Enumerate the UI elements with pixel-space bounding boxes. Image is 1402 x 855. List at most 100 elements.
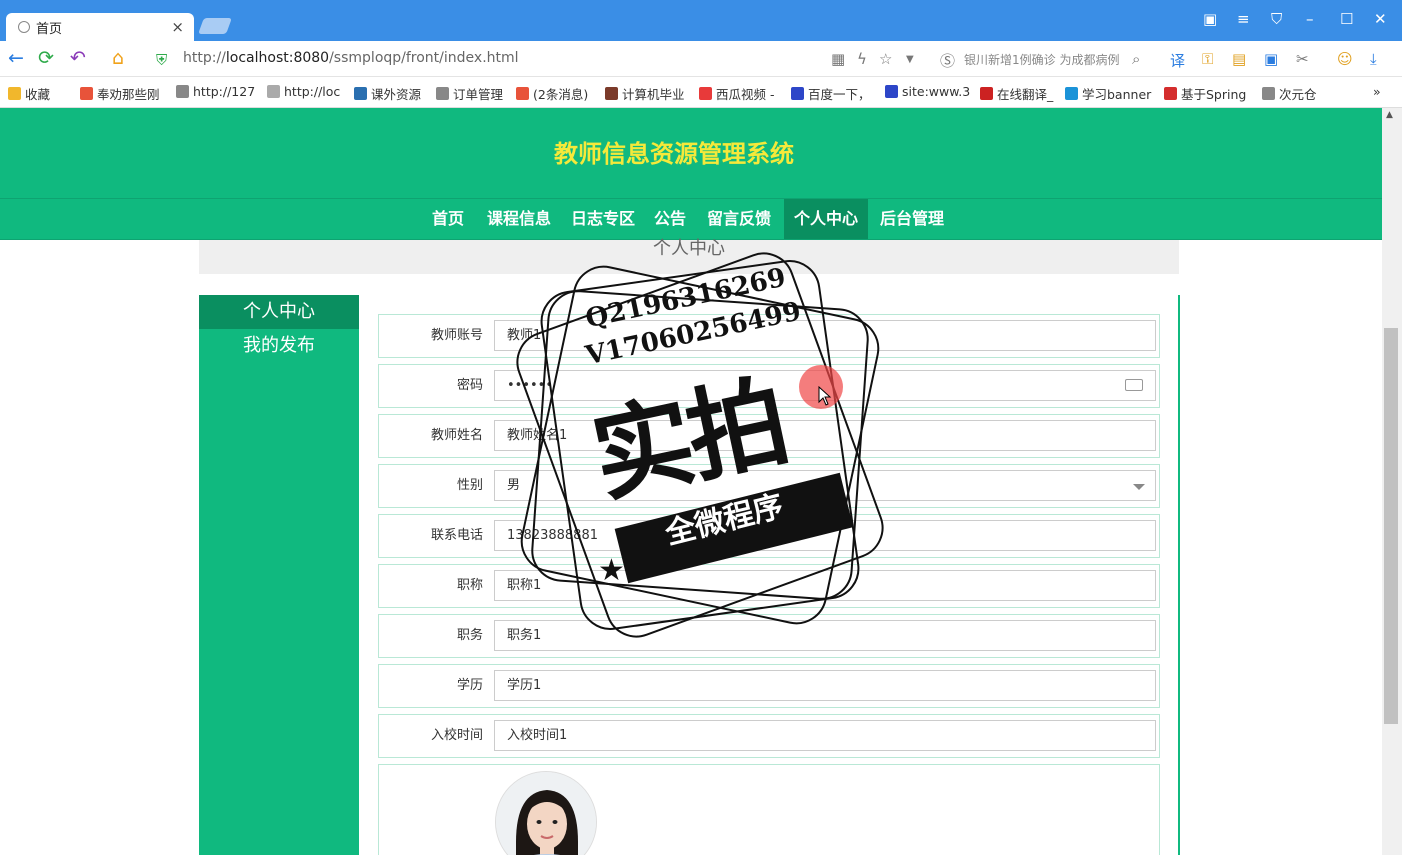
field-label: 教师姓名 <box>430 428 483 443</box>
url-field[interactable]: http://localhost:8080/ssmploqp/front/ind… <box>183 50 519 66</box>
new-tab-button[interactable] <box>198 18 232 34</box>
bookmark-label: http://127 <box>193 84 256 99</box>
field-input[interactable]: 入校时间1 <box>494 720 1156 751</box>
maximize-icon[interactable]: ☐ <box>1340 10 1353 28</box>
bookmark-6[interactable]: (2条消息) <box>516 84 588 103</box>
field-value: 学历1 <box>507 678 542 693</box>
bookmark-14[interactable]: 次元仓 <box>1262 84 1317 103</box>
reload-icon[interactable]: ⟳ <box>38 48 54 68</box>
bookmark-label: 计算机毕业 <box>622 87 685 102</box>
search-icon[interactable]: ⌕ <box>1132 50 1140 68</box>
scroll-up-icon[interactable]: ▲ <box>1386 110 1393 120</box>
nav-item-3[interactable]: 公告 <box>644 199 696 239</box>
bookmarks-more-icon[interactable]: » <box>1373 84 1381 99</box>
sidebar: 个人中心 我的发布 <box>199 295 359 855</box>
c-icon <box>516 87 529 100</box>
tab-close-icon[interactable]: × <box>171 18 184 36</box>
nav-item-0[interactable]: 首页 <box>422 199 474 239</box>
bookmark-label: 学习banner <box>1082 87 1152 102</box>
nav-item-4[interactable]: 留言反馈 <box>697 199 781 239</box>
screenshot-icon[interactable]: ▣ <box>1264 50 1278 68</box>
bookmark-11[interactable]: 在线翻译_ <box>980 84 1053 103</box>
page-icon <box>1262 87 1275 100</box>
qr-icon[interactable]: ▦ <box>831 50 845 68</box>
bookmark-13[interactable]: 基于Spring <box>1164 84 1246 103</box>
bookmark-9[interactable]: 百度一下， <box>791 84 871 103</box>
scrollbar-thumb[interactable] <box>1384 328 1398 724</box>
menu-icon[interactable]: ≡ <box>1237 10 1250 28</box>
emoji-icon[interactable]: ☺ <box>1337 50 1353 68</box>
field-value: •••••• <box>507 378 554 393</box>
chevron-down-icon[interactable] <box>1133 484 1145 490</box>
nav-item-2[interactable]: 日志专区 <box>561 199 645 239</box>
back-icon[interactable]: ← <box>8 48 24 68</box>
site-title: 教师信息资源管理系统 <box>554 140 794 168</box>
field-value: 13823888881 <box>507 528 598 543</box>
bookmark-2[interactable]: http://127 <box>176 84 255 99</box>
key-icon[interactable]: ⚿ <box>1202 50 1213 68</box>
search-input[interactable]: 银川新增1例确诊 为成都病例 <box>964 51 1134 68</box>
avatar[interactable] <box>495 771 597 855</box>
bookmark-1[interactable]: 奉劝那些刚 <box>80 84 160 103</box>
field-value: 职务1 <box>507 628 542 643</box>
undo-icon[interactable]: ↶ <box>70 48 86 68</box>
sidebar-item-profile[interactable]: 个人中心 <box>199 295 359 329</box>
field-value: 职称1 <box>507 578 542 593</box>
browser-tab[interactable]: 首页 × <box>6 13 194 41</box>
translate-icon[interactable]: 译 <box>1170 50 1185 71</box>
bookmark-8[interactable]: 西瓜视频 - <box>699 84 774 103</box>
nav-item-1[interactable]: 课程信息 <box>477 199 561 239</box>
field-value: 男 <box>507 478 521 493</box>
paw-icon <box>791 87 804 100</box>
bookmark-7[interactable]: 计算机毕业 <box>605 84 685 103</box>
window-1-icon[interactable]: ▣ <box>1203 10 1217 28</box>
field-input[interactable]: 职务1 <box>494 620 1156 651</box>
scissors-icon[interactable]: ✂ <box>1296 50 1309 68</box>
bookmark-label: 基于Spring <box>1181 87 1247 102</box>
shield-icon <box>267 85 280 98</box>
avatar-icon <box>605 87 618 100</box>
keyboard-icon[interactable] <box>1125 379 1143 391</box>
home-icon[interactable]: ⌂ <box>112 48 124 68</box>
bookmark-5[interactable]: 订单管理 <box>436 84 503 103</box>
minimize-icon[interactable]: – <box>1306 10 1314 28</box>
field-input[interactable]: 学历1 <box>494 670 1156 701</box>
field-input[interactable]: 职称1 <box>494 570 1156 601</box>
nav-item-6[interactable]: 后台管理 <box>870 199 954 239</box>
field-value: 教师姓名1 <box>507 428 568 443</box>
g-icon <box>1164 87 1177 100</box>
bookmark-4[interactable]: 课外资源 <box>354 84 421 103</box>
download-icon[interactable]: ⤓ <box>1370 50 1377 68</box>
field-label: 教师账号 <box>430 328 483 343</box>
nav-item-5[interactable]: 个人中心 <box>784 199 869 239</box>
field-value: 入校时间1 <box>507 728 568 743</box>
close-window-icon[interactable]: ✕ <box>1374 10 1387 28</box>
address-bar: ← ⟳ ↶ ⌂ ⛨ http://localhost:8080/ssmploqp… <box>0 41 1402 77</box>
bookmark-3[interactable]: http://loc <box>267 84 340 99</box>
extension-icon[interactable]: ▤ <box>1232 50 1246 68</box>
lightning-icon[interactable]: ϟ <box>857 50 867 68</box>
paw-icon <box>885 85 898 98</box>
bookmark-label: 西瓜视频 - <box>716 87 775 102</box>
star-icon <box>8 87 21 100</box>
bookmark-label: site:www.3 <box>902 84 971 99</box>
form-row: 职务 职务1 <box>378 614 1160 658</box>
star-icon[interactable]: ☆ <box>879 50 892 68</box>
chevron-down-icon[interactable]: ▼ <box>906 54 914 65</box>
bookmark-0[interactable]: 收藏 <box>8 84 50 103</box>
bookmark-label: 次元仓 <box>1279 87 1317 102</box>
bookmark-label: 百度一下， <box>808 87 871 102</box>
gear-icon <box>1065 87 1078 100</box>
field-value: 教师1 <box>507 328 542 343</box>
bookmark-12[interactable]: 学习banner <box>1065 84 1151 103</box>
bookmark-label: http://loc <box>284 84 341 99</box>
sidebar-item-my-posts[interactable]: 我的发布 <box>199 329 359 363</box>
bookmark-10[interactable]: site:www.3 <box>885 84 970 99</box>
field-label: 职称 <box>456 578 483 593</box>
tab-title: 首页 <box>36 21 63 37</box>
y-icon <box>980 87 993 100</box>
skin-icon[interactable]: ⛉ <box>1271 10 1282 28</box>
field-label: 性别 <box>456 478 483 493</box>
page-icon <box>176 85 189 98</box>
field-label: 密码 <box>456 378 483 393</box>
